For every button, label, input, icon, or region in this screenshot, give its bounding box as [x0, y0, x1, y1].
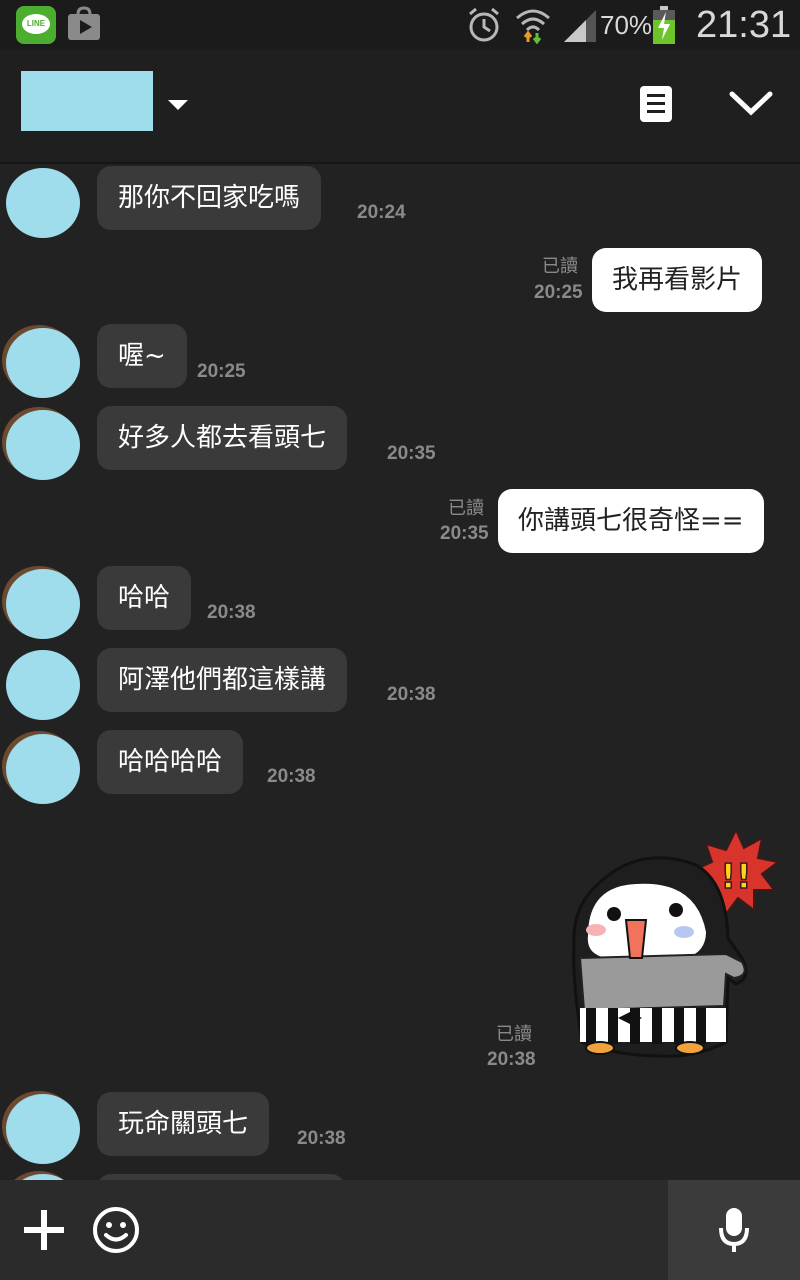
- message-time: 20:35: [387, 443, 436, 464]
- signal-icon: [564, 10, 596, 42]
- read-receipt: 已讀: [542, 256, 578, 277]
- dropdown-caret-icon[interactable]: [168, 100, 188, 110]
- wifi-icon: [516, 9, 550, 44]
- chevron-down-icon[interactable]: [726, 84, 776, 124]
- message-time: 20:38: [297, 1128, 346, 1149]
- line-icon-label: LINE: [26, 19, 46, 28]
- emoji-icon[interactable]: [92, 1206, 140, 1254]
- alarm-icon: [469, 7, 499, 42]
- incoming-message-bubble[interactable]: 阿澤他們都這樣講: [97, 648, 348, 712]
- message-time: 20:25: [534, 282, 583, 303]
- message-time: 20:25: [197, 361, 246, 382]
- clock: 21:31: [696, 4, 792, 46]
- incoming-message-bubble[interactable]: 喔~: [97, 324, 187, 388]
- line-app-icon: LINE: [16, 6, 56, 44]
- read-receipt: 已讀: [496, 1024, 532, 1045]
- incoming-message-bubble[interactable]: 那你不回家吃嗎: [97, 166, 322, 230]
- avatar[interactable]: [6, 410, 80, 480]
- incoming-message-bubble[interactable]: 玩命關頭七: [97, 1092, 270, 1156]
- status-bar: LINE 70% 21:31: [0, 0, 800, 50]
- incoming-message-bubble[interactable]: 好多人都去看頭七: [97, 406, 348, 470]
- message-time: 20:38: [387, 684, 436, 705]
- avatar[interactable]: [6, 650, 80, 720]
- plus-icon[interactable]: [22, 1208, 66, 1252]
- note-icon[interactable]: [640, 86, 672, 122]
- input-bar: [0, 1180, 800, 1280]
- avatar[interactable]: [6, 168, 80, 238]
- message-time: 20:35: [440, 523, 489, 544]
- play-store-icon: [68, 6, 100, 40]
- incoming-message-bubble[interactable]: 哈哈哈哈: [97, 730, 244, 794]
- microphone-icon[interactable]: [718, 1206, 750, 1254]
- avatar[interactable]: [6, 734, 80, 804]
- message-time: 20:38: [267, 766, 316, 787]
- message-time: 20:24: [357, 202, 406, 223]
- microphone-button[interactable]: [668, 1180, 800, 1280]
- incoming-message-bubble[interactable]: 哈哈: [97, 566, 192, 630]
- penguin-surprised-sticker[interactable]: !!: [566, 828, 780, 1072]
- outgoing-message-bubble[interactable]: 我再看影片: [592, 248, 763, 312]
- outgoing-message-bubble[interactable]: 你講頭七很奇怪==: [498, 489, 764, 553]
- battery-percent: 70%: [600, 10, 653, 40]
- chat-header: [0, 50, 800, 164]
- message-list[interactable]: 那你不回家吃嗎 20:24 已讀 20:25 我再看影片 喔~ 20:25 好多…: [0, 164, 800, 1180]
- avatar[interactable]: [6, 569, 80, 639]
- chat-name[interactable]: [21, 71, 153, 131]
- battery-charging-icon: [653, 6, 675, 44]
- sticker-exclamation: !!: [720, 857, 751, 897]
- avatar[interactable]: [6, 1094, 80, 1164]
- read-receipt: 已讀: [448, 498, 484, 519]
- message-time: 20:38: [487, 1049, 536, 1070]
- message-time: 20:38: [207, 602, 256, 623]
- avatar[interactable]: [6, 328, 80, 398]
